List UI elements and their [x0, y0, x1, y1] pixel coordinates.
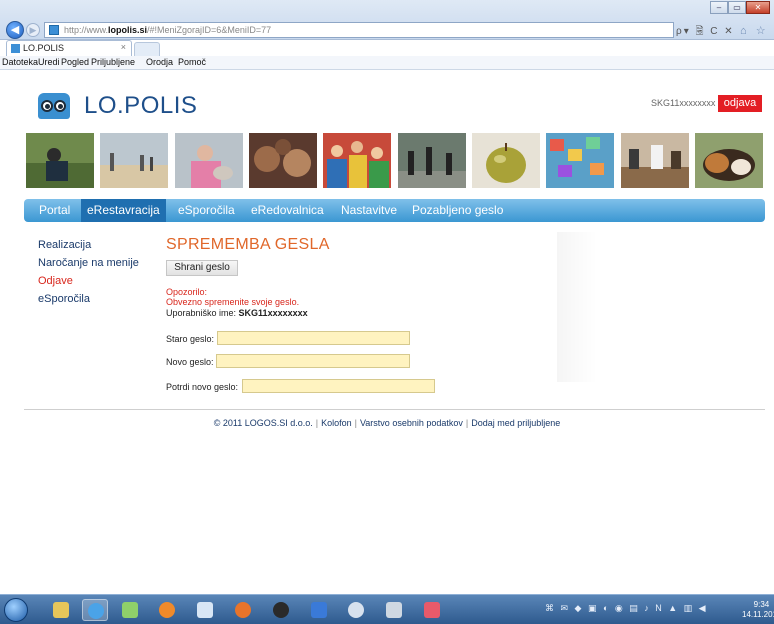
new-password-input[interactable]: [216, 354, 410, 368]
clock[interactable]: 9:3414.11.2011: [742, 600, 774, 620]
menu-datoteka[interactable]: Datoteka: [2, 57, 38, 67]
footer-copyright: © 2011 LOGOS.SI d.o.o.: [213, 418, 313, 428]
app-icon[interactable]: [306, 599, 332, 621]
app-icon[interactable]: [268, 599, 294, 621]
warning-title: Opozorilo:: [166, 287, 208, 297]
browser-tab[interactable]: LO.POLIS ×: [6, 40, 132, 56]
photo-dancers: [397, 133, 466, 188]
footer-link-favorites[interactable]: Dodaj med priljubljene: [471, 418, 560, 428]
nav-eredovalnica[interactable]: eRedovalnica: [251, 203, 324, 217]
menu-pomoc[interactable]: Pomoč: [178, 57, 206, 67]
start-button-icon[interactable]: [4, 598, 28, 622]
home-favorites-settings-icon[interactable]: ⌂ ☆ ⚙: [740, 24, 774, 37]
save-password-button[interactable]: Shrani geslo: [166, 260, 238, 276]
photo-strip: [26, 133, 763, 188]
confirm-password-label: Potrdi novo geslo:: [166, 382, 239, 392]
photo-children-crowd: [323, 133, 392, 188]
old-password-label: Staro geslo:: [166, 334, 215, 344]
minimize-button[interactable]: –: [710, 1, 728, 14]
page-title: SPREMEMBA GESLA: [166, 236, 330, 253]
menu-orodja[interactable]: Orodja: [146, 57, 173, 67]
nav-portal[interactable]: Portal: [39, 203, 70, 217]
photo-guinea-pig: [694, 133, 763, 188]
warning-text: Obvezno spremenite svoje geslo.: [166, 297, 300, 307]
sidebar-item-odjave[interactable]: Odjave: [38, 275, 73, 287]
favicon-icon: [49, 25, 59, 35]
photo-apple: [471, 133, 540, 188]
address-tools[interactable]: ρ▾ 🗟 C ✕: [676, 24, 735, 41]
photo-teddy-bears: [248, 133, 317, 188]
owl-eye-icon: [54, 100, 66, 112]
nav-pozabljeno-geslo[interactable]: Pozabljeno geslo: [412, 203, 503, 217]
old-password-input[interactable]: [217, 331, 410, 345]
app-icon[interactable]: [381, 599, 407, 621]
menu-pogled[interactable]: Pogled: [61, 57, 89, 67]
new-password-label: Novo geslo:: [166, 357, 214, 367]
photo-beach: [100, 133, 169, 188]
chrome-icon[interactable]: [343, 599, 369, 621]
logout-button[interactable]: odjava: [718, 95, 762, 112]
forward-arrow-icon[interactable]: ▶: [26, 23, 40, 37]
footer-link-privacy[interactable]: Varstvo osebnih podatkov: [360, 418, 463, 428]
menu-uredi[interactable]: Uredi: [38, 57, 60, 67]
content-shadow: [557, 232, 597, 382]
header-username: SKG11xxxxxxxx: [651, 98, 716, 108]
tab-favicon-icon: [11, 44, 20, 53]
browser-titlebar: – ▭ ✕ ◀ ▶ http://www.lopolis.si/#!MeniZg…: [0, 0, 774, 40]
username-line: Uporabniško ime: SKG11xxxxxxxx: [166, 308, 308, 318]
maximize-button[interactable]: ▭: [728, 1, 746, 14]
logo-owl-icon[interactable]: [38, 93, 70, 119]
photo-classroom: [620, 133, 689, 188]
menu-priljubljene[interactable]: Priljubljene: [91, 57, 135, 67]
photo-skier: [26, 133, 94, 188]
sidebar-item-realizacija[interactable]: Realizacija: [38, 239, 91, 251]
footer-link-kolofon[interactable]: Kolofon: [321, 418, 352, 428]
sidebar-item-narocanje[interactable]: Naročanje na menije: [38, 257, 139, 269]
photo-puzzle: [546, 133, 615, 188]
tab-close-icon[interactable]: ×: [121, 42, 126, 52]
footer-divider: [24, 409, 765, 410]
logo-text[interactable]: LO.POLIS: [84, 92, 197, 120]
menu-bar: Datoteka Uredi Pogled Priljubljene Orodj…: [0, 56, 774, 70]
address-bar[interactable]: http://www.lopolis.si/#!MeniZgorajID=6&M…: [44, 22, 674, 38]
back-arrow-icon[interactable]: ◀: [6, 21, 24, 39]
nav-erestavracija[interactable]: eRestavracija: [81, 199, 166, 222]
firefox-icon[interactable]: [230, 599, 256, 621]
nav-nastavitve[interactable]: Nastavitve: [341, 203, 397, 217]
owl-eye-icon: [41, 100, 53, 112]
explorer-icon[interactable]: [48, 599, 74, 621]
media-player-icon[interactable]: [117, 599, 143, 621]
main-navbar: Portal eRestavracija eSporočila eRedoval…: [24, 199, 765, 222]
paint-icon[interactable]: [419, 599, 445, 621]
username-value: SKG11xxxxxxxx: [238, 308, 308, 318]
taskbar: ⌘ ✉ ◆ ▣ ◐ ◉ ▤ ♪ N ▲ ▥ ◀ 9:3414.11.2011: [0, 594, 774, 624]
document-app-icon[interactable]: [192, 599, 218, 621]
orange-app-icon[interactable]: [154, 599, 180, 621]
window-controls: – ▭ ✕: [710, 1, 770, 14]
photo-girl-with-kitten: [174, 133, 243, 188]
internet-explorer-icon[interactable]: [82, 599, 108, 621]
confirm-password-input[interactable]: [242, 379, 435, 393]
nav-esporocila[interactable]: eSporočila: [178, 203, 235, 217]
username-label: Uporabniško ime:: [166, 308, 237, 318]
system-tray[interactable]: ⌘ ✉ ◆ ▣ ◐ ◉ ▤ ♪ N ▲ ▥ ◀: [545, 603, 708, 614]
close-window-button[interactable]: ✕: [746, 1, 770, 14]
address-url: http://www.lopolis.si/#!MeniZgorajID=6&M…: [64, 25, 272, 35]
new-tab-button[interactable]: [134, 42, 160, 56]
footer: © 2011 LOGOS.SI d.o.o. | Kolofon | Varstvo o…: [213, 418, 561, 428]
tab-title: LO.POLIS: [23, 43, 65, 53]
sidebar-item-esporocila[interactable]: eSporočila: [38, 293, 90, 305]
